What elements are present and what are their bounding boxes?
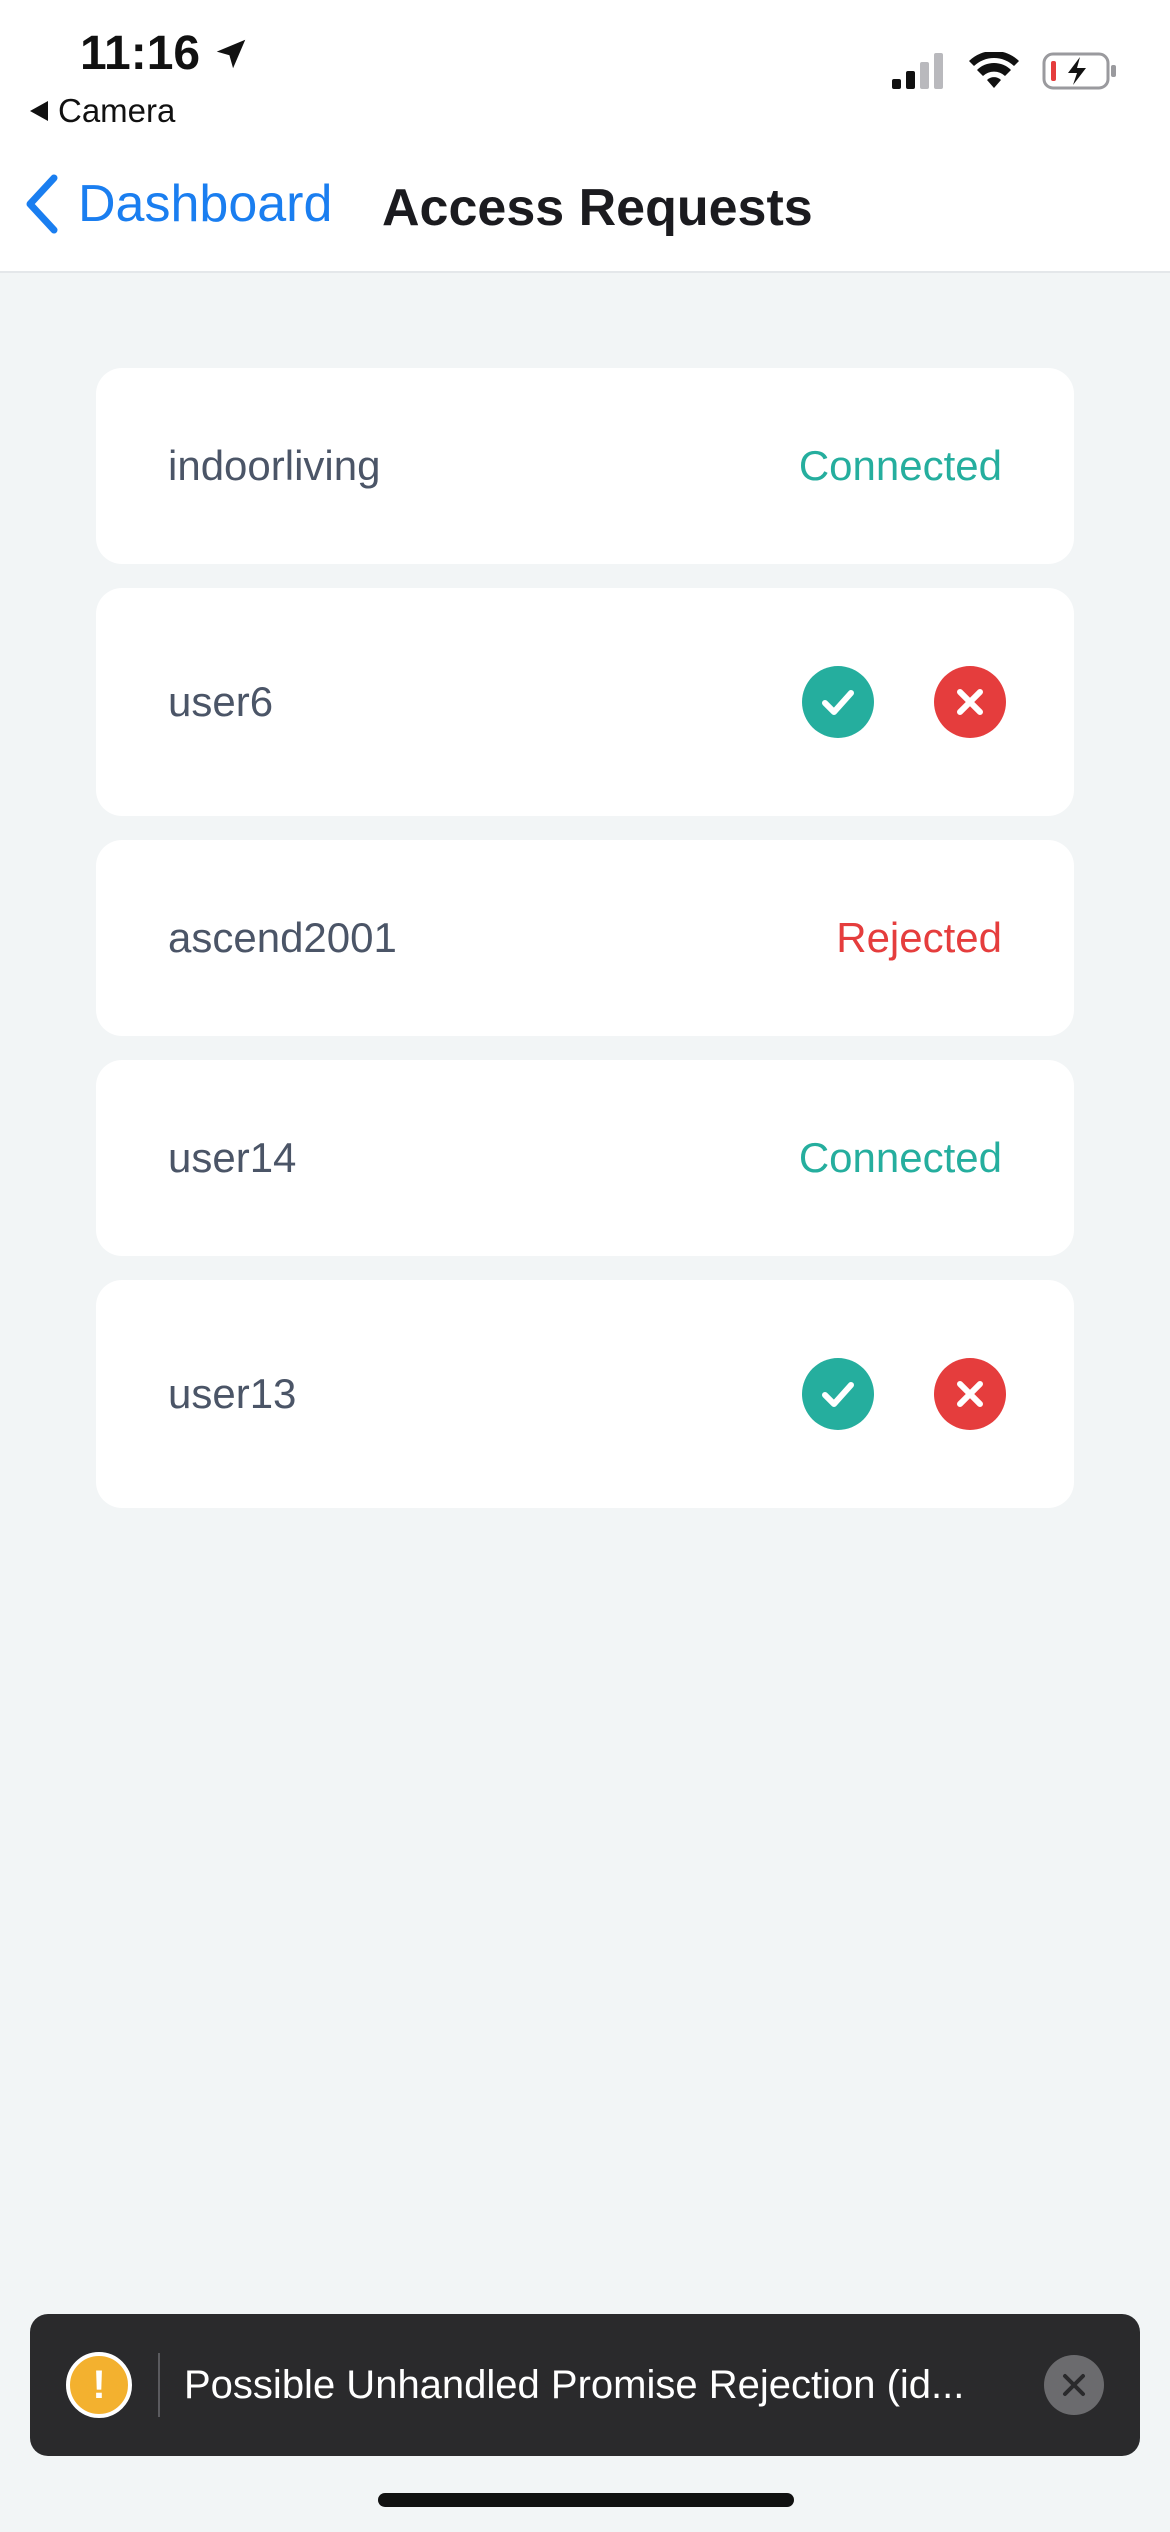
nav-back-label: Dashboard: [78, 175, 333, 233]
status-rejected: Rejected: [836, 914, 1002, 961]
request-card: user13: [96, 1280, 1074, 1508]
toast-message: Possible Unhandled Promise Rejection (id…: [184, 2362, 965, 2407]
check-icon: [822, 1382, 854, 1407]
request-username: user14: [168, 1134, 297, 1181]
wifi-icon: [969, 52, 1019, 88]
request-card: ascend2001 Rejected: [96, 840, 1074, 1036]
status-connected: Connected: [798, 1134, 1002, 1181]
request-card: indoorliving Connected: [96, 368, 1074, 564]
request-username: user13: [168, 1370, 297, 1417]
x-icon: [957, 689, 983, 715]
home-indicator[interactable]: [378, 2493, 794, 2507]
close-icon: [1063, 2374, 1085, 2396]
reject-button[interactable]: [934, 1358, 1006, 1430]
request-username: user6: [168, 678, 274, 725]
request-card: user6: [96, 588, 1074, 816]
clock: 11:16: [80, 27, 201, 80]
request-username: ascend2001: [168, 914, 397, 961]
cellular-signal-icon: [892, 53, 943, 89]
approve-button[interactable]: [802, 1358, 874, 1430]
page-title: Access Requests: [382, 179, 813, 237]
toast-close-button[interactable]: [1044, 2355, 1104, 2415]
check-icon: [822, 690, 854, 715]
approve-button[interactable]: [802, 666, 874, 738]
warning-icon: !: [66, 2352, 132, 2418]
battery-charging-icon: [1042, 52, 1116, 90]
toast-divider: [158, 2353, 160, 2417]
request-actions: [802, 1358, 1006, 1430]
request-card: user14 Connected: [96, 1060, 1074, 1256]
access-request-list: indoorliving Connected user6 ascend2001 …: [96, 368, 1074, 1532]
status-time: 11:16: [80, 26, 250, 81]
request-username: indoorliving: [168, 442, 381, 489]
location-arrow-icon: [216, 39, 246, 68]
x-icon: [957, 1381, 983, 1407]
reject-button[interactable]: [934, 666, 1006, 738]
back-app-label: Camera: [58, 92, 176, 129]
status-connected: Connected: [798, 442, 1002, 489]
back-to-app-link[interactable]: Camera: [30, 92, 175, 130]
header: 11:16 Camera Dashboard Access Requests: [0, 0, 1170, 273]
nav-back-button[interactable]: Dashboard: [22, 172, 332, 236]
request-actions: [802, 666, 1006, 738]
system-icons: [892, 52, 1118, 90]
back-triangle-icon: [30, 101, 48, 121]
chevron-left-icon: [26, 174, 58, 234]
error-toast[interactable]: ! Possible Unhandled Promise Rejection (…: [30, 2314, 1140, 2456]
screen: 11:16 Camera Dashboard Access Requests i…: [0, 0, 1170, 2532]
